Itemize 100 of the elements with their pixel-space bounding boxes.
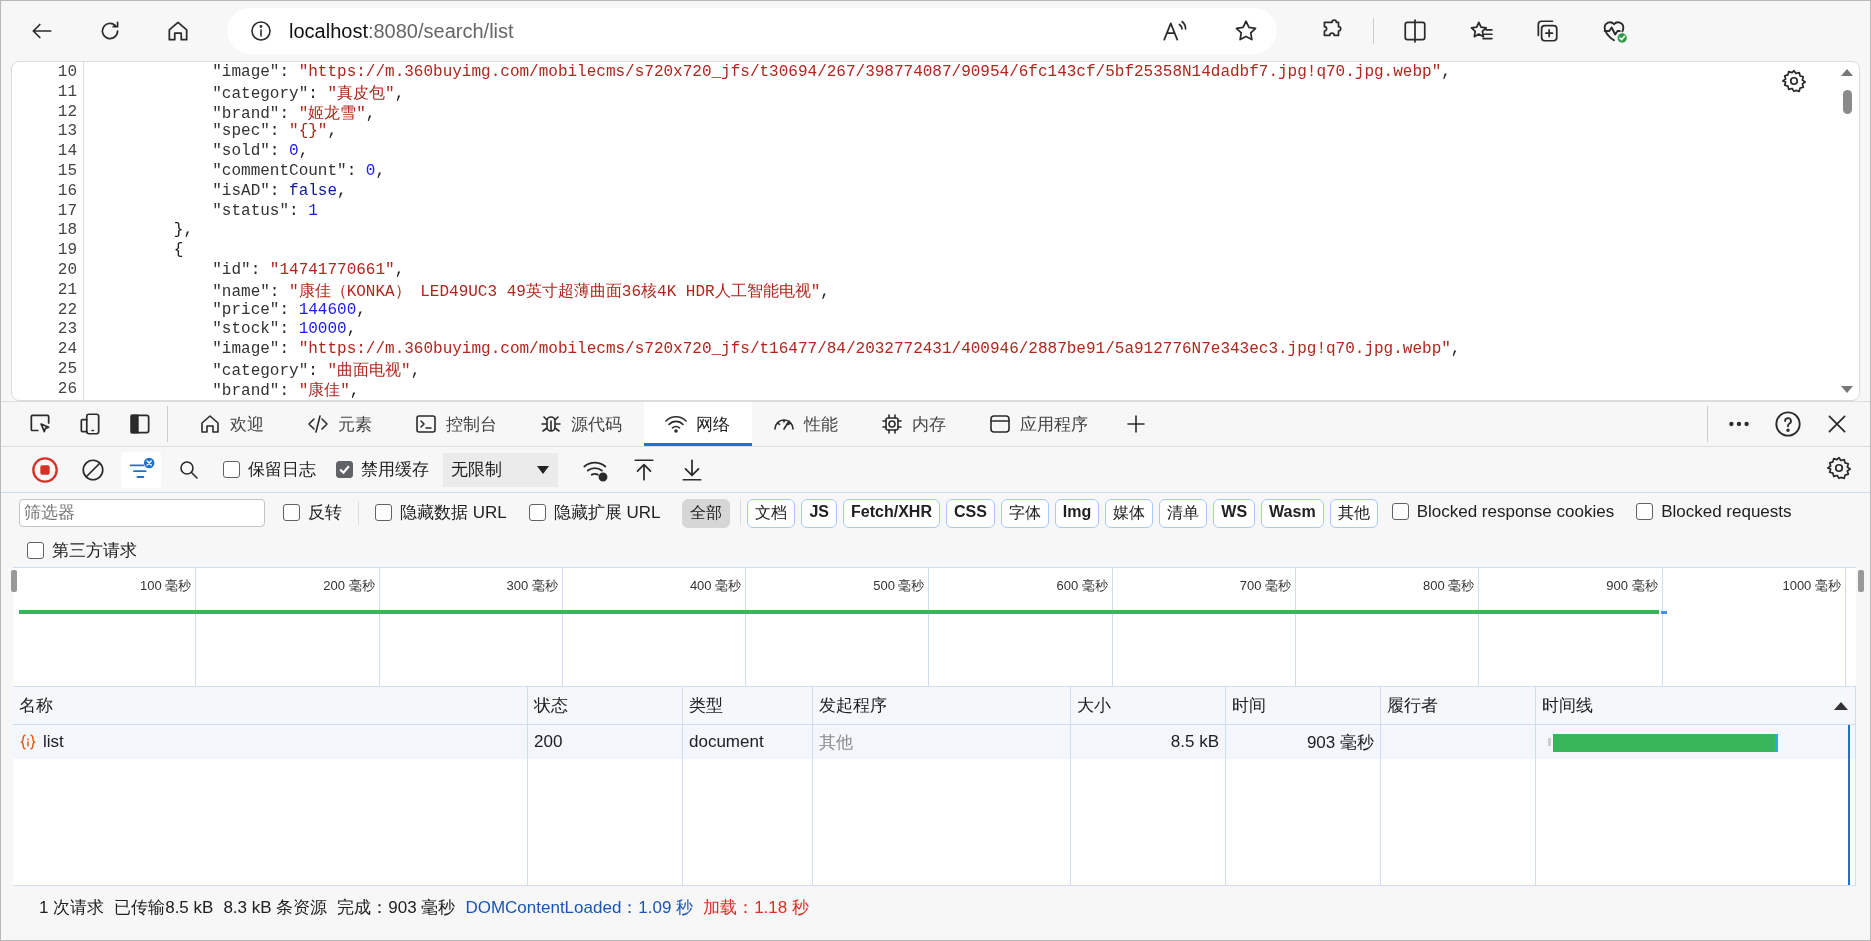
read-aloud-icon[interactable] (1161, 18, 1187, 44)
tick-label: 900 毫秒 (1606, 577, 1658, 595)
scroll-down-icon[interactable] (1840, 385, 1854, 394)
status-text: DOMContentLoaded：1.09 秒 (465, 897, 694, 919)
scrollbar-thumb[interactable] (1842, 90, 1852, 114)
checkbox-label: 隐藏数据 URL (400, 502, 507, 524)
line-number: 26 (56, 379, 78, 400)
plus-icon[interactable] (1124, 412, 1148, 436)
checkbox[interactable] (375, 504, 392, 521)
line-number: 18 (56, 221, 78, 242)
tab[interactable]: 欢迎 (178, 402, 286, 446)
sort-icon[interactable] (1833, 700, 1849, 711)
console-icon (414, 412, 438, 436)
checkbox[interactable] (528, 504, 546, 521)
column-header[interactable]: 大小 (1077, 694, 1111, 717)
line-number: 13 (56, 122, 78, 143)
line-number: 23 (56, 320, 78, 341)
column-header[interactable]: 时间 (1232, 694, 1266, 717)
table-cell: document (689, 732, 764, 752)
column-header[interactable]: 履行者 (1387, 694, 1438, 717)
tab[interactable]: 内存 (860, 402, 968, 446)
chip-icon (880, 412, 904, 436)
checkbox[interactable] (1391, 503, 1409, 521)
line-number: 17 (56, 201, 78, 222)
code-line: "status": 1 (211, 201, 318, 222)
tab[interactable]: 性能 (752, 402, 860, 446)
filter-chip[interactable]: WS (1213, 498, 1256, 528)
checkbox[interactable] (223, 460, 240, 478)
tab[interactable]: 元素 (286, 402, 394, 446)
filter-chip[interactable]: 字体 (1000, 498, 1049, 528)
table-cell-text: 其他 (819, 731, 853, 754)
code-line: "image": "https://m.360buyimg.com/mobilecms/s720x720_jfs/t16477/84/2032772431/400946/2887be91/5a912776N7e343ec3.jpg!q70.jpg.webp", (211, 340, 1461, 360)
filter-chip[interactable]: Fetch/XHR (843, 498, 940, 528)
scroll-up-icon[interactable] (1840, 68, 1854, 77)
table-cell: 200 (534, 732, 563, 752)
request-name[interactable]: list (43, 732, 64, 752)
dock-side-icon[interactable] (127, 411, 153, 437)
column-header[interactable]: 状态 (534, 694, 568, 717)
filter-chip[interactable]: 清单 (1159, 498, 1208, 528)
checkbox-label: 禁用缓存 (361, 459, 429, 481)
settings-icon[interactable] (1826, 454, 1852, 481)
tick-label: 700 毫秒 (1239, 577, 1292, 595)
tick-label: 300 毫秒 (506, 577, 558, 595)
line-number: 20 (56, 260, 78, 281)
window-icon (988, 412, 1012, 436)
tab[interactable]: 控制台 (394, 402, 519, 446)
column-header[interactable]: 名称 (19, 694, 53, 717)
filter-chip[interactable]: 文档 (747, 498, 796, 528)
filter-chip[interactable]: JS (801, 498, 838, 528)
filter-chip[interactable]: Img (1054, 498, 1100, 528)
range-handle[interactable] (11, 570, 17, 592)
line-number: 10 (56, 63, 78, 83)
tick-label: 200 毫秒 (323, 577, 375, 595)
filter-chip[interactable]: 媒体 (1105, 498, 1154, 528)
split-screen-icon[interactable] (1402, 18, 1428, 44)
line-number: 22 (56, 300, 78, 321)
code-line: "brand": "姬龙雪", (211, 103, 376, 123)
settings-icon[interactable] (1781, 68, 1807, 94)
code-line: "brand": "康佳", (211, 380, 360, 400)
tab[interactable]: 源代码 (519, 402, 644, 446)
code-line: "id": "14741770661", (211, 260, 405, 281)
tab[interactable]: 应用程序 (968, 402, 1110, 446)
line-number: 15 (56, 162, 78, 182)
checkbox-label: Blocked response cookies (1416, 501, 1615, 522)
status-text: 加载：1.18 秒 (703, 897, 809, 919)
tick-label: 800 毫秒 (1423, 577, 1475, 595)
code-line: "isAD": false, (211, 181, 347, 202)
filter-chip[interactable]: 全部 (682, 498, 731, 528)
filter-chip[interactable]: 其他 (1329, 498, 1378, 528)
status-text: 完成：903 毫秒 (337, 897, 456, 919)
checkbox-label: 隐藏扩展 URL (553, 502, 661, 524)
record-icon[interactable] (31, 455, 59, 484)
checkbox[interactable] (27, 541, 44, 559)
column-header[interactable]: 发起程序 (819, 694, 887, 717)
checkbox[interactable] (336, 461, 353, 478)
status-text: 1 次请求 (39, 897, 105, 919)
help-icon[interactable] (1774, 410, 1802, 438)
filter-input[interactable]: 筛选器 (19, 499, 265, 527)
filter-chip[interactable]: CSS (945, 498, 995, 528)
table-cell: 8.5 kB (1170, 732, 1219, 752)
code-line: "spec": "{}", (211, 122, 338, 143)
device-icon[interactable] (77, 411, 103, 437)
checkbox-label: Blocked requests (1661, 501, 1792, 522)
code-line: }, (172, 221, 193, 242)
filter-chip[interactable]: Wasm (1261, 498, 1324, 528)
tab[interactable]: 网络 (644, 402, 752, 446)
column-header[interactable]: 类型 (689, 694, 723, 717)
clear-icon[interactable] (80, 456, 106, 483)
column-header[interactable]: 时间线 (1542, 694, 1593, 717)
collections-icon[interactable] (1534, 18, 1560, 44)
checkbox[interactable] (283, 504, 300, 521)
code-line: "stock": 10000, (211, 320, 357, 341)
throttling-dropdown[interactable]: 无限制 (443, 452, 558, 487)
info-icon[interactable] (249, 19, 273, 43)
code-line: "sold": 0, (211, 142, 309, 162)
address-bar[interactable]: localhost:8080/search/list (227, 8, 1277, 54)
range-handle[interactable] (1858, 570, 1864, 592)
line-number: 12 (56, 102, 78, 123)
caret-icon (536, 464, 550, 475)
checkbox[interactable] (1636, 503, 1654, 521)
